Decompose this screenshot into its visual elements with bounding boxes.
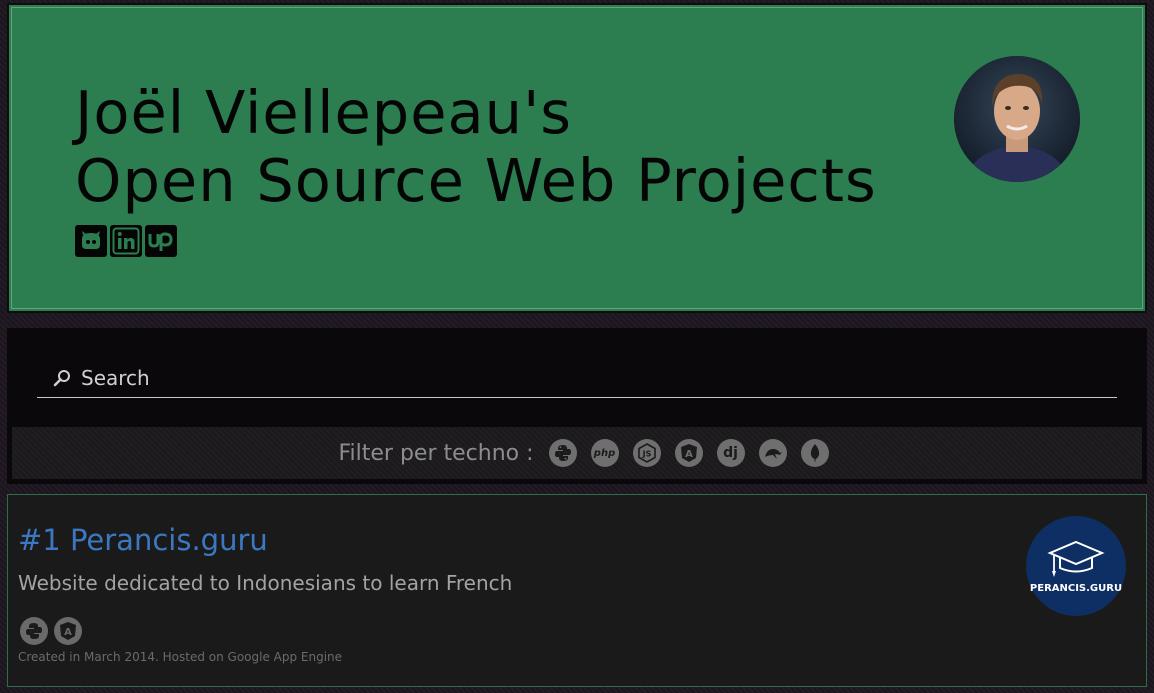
header: Joël Viellepeau's Open Source Web Projec… xyxy=(7,3,1147,313)
svg-text:A: A xyxy=(685,449,693,460)
svg-text:JS: JS xyxy=(641,450,651,459)
github-icon[interactable] xyxy=(75,225,107,257)
page: Joël Viellepeau's Open Source Web Projec… xyxy=(0,0,1154,693)
avatar xyxy=(954,56,1080,182)
project-card: #1 Perancis.guru Website dedicated to In… xyxy=(7,494,1147,687)
graduation-cap-icon xyxy=(1047,540,1105,577)
search-bar xyxy=(37,358,1117,398)
social-links xyxy=(75,225,177,257)
project-title-link[interactable]: #1 Perancis.guru xyxy=(18,523,268,557)
search-input[interactable] xyxy=(79,364,1083,391)
search-icon xyxy=(53,369,71,387)
nodejs-icon[interactable]: JS xyxy=(632,439,661,467)
project-technos: A xyxy=(20,617,82,645)
page-title: Joël Viellepeau's Open Source Web Projec… xyxy=(75,79,877,215)
django-icon[interactable]: dj xyxy=(716,439,745,467)
title-line-2: Open Source Web Projects xyxy=(75,146,877,215)
title-line-1: Joël Viellepeau's xyxy=(75,78,573,147)
angular-icon[interactable]: A xyxy=(674,439,703,467)
project-logo[interactable]: PERANCIS.GURU xyxy=(1026,516,1126,616)
filter-label: Filter per techno : xyxy=(338,440,534,466)
logo-text: PERANCIS.GURU xyxy=(1029,582,1123,594)
project-description: Website dedicated to Indonesians to lear… xyxy=(18,571,513,595)
angular-icon: A xyxy=(54,617,82,645)
php-icon[interactable]: php xyxy=(590,439,619,467)
python-icon xyxy=(20,617,48,645)
python-icon[interactable] xyxy=(548,439,577,467)
project-meta: Created in March 2014. Hosted on Google … xyxy=(18,650,343,664)
search-panel: Filter per techno : php JS A xyxy=(7,328,1147,484)
filter-bar: Filter per techno : php JS A dj xyxy=(12,427,1142,479)
mysql-icon[interactable] xyxy=(758,439,787,467)
upwork-icon[interactable] xyxy=(145,225,177,257)
mongodb-icon[interactable] xyxy=(800,439,829,467)
svg-text:A: A xyxy=(64,627,72,638)
linkedin-icon[interactable] xyxy=(110,225,142,257)
